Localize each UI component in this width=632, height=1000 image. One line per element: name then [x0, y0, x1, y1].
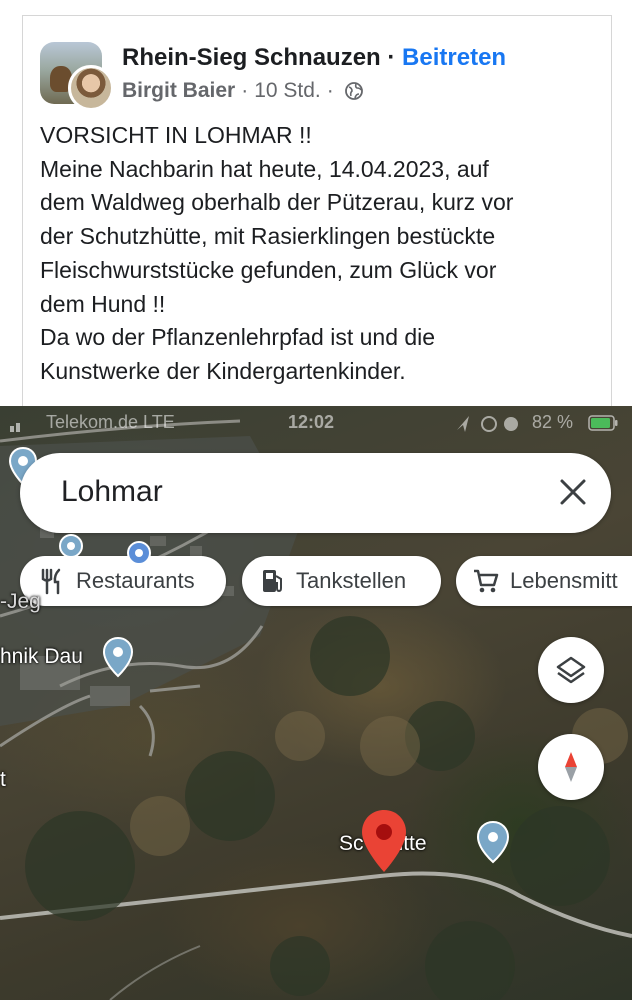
restaurant-icon: [41, 568, 61, 595]
post-text-line: Meine Nachbarin hat heute, 14.04.2023, a…: [40, 155, 489, 182]
post-timestamp[interactable]: 10 Std.: [254, 79, 321, 103]
compass-button[interactable]: [538, 734, 604, 800]
author-name-link[interactable]: Birgit Baier: [122, 79, 235, 103]
search-input[interactable]: Lohmar: [61, 475, 163, 509]
status-bar: Telekom.de LTE 12:02 82 %: [0, 406, 632, 440]
header-separator: ·: [387, 44, 396, 71]
chip-label: Restaurants: [76, 568, 195, 593]
meta-separator-2: ·: [326, 79, 334, 102]
group-name-link[interactable]: Rhein-Sieg Schnauzen: [122, 44, 381, 71]
shopping-cart-icon: [474, 569, 499, 593]
post-header-line: Rhein-Sieg Schnauzen · Beitreten: [122, 44, 506, 72]
compass-icon: [565, 752, 577, 782]
join-group-link[interactable]: Beitreten: [402, 44, 506, 71]
carrier-label: Telekom.de LTE: [46, 412, 175, 432]
status-time: 12:02: [288, 412, 335, 432]
map-poi-pin[interactable]: [124, 538, 154, 564]
place-label-technik[interactable]: hnik Dau: [0, 645, 83, 669]
post-text-line: Da wo der Pflanzenlehrpfad ist und die: [40, 324, 436, 351]
post-text-line: der Schutzhütte, mit Rasierklingen bestü…: [40, 223, 496, 250]
layers-button[interactable]: [538, 637, 604, 703]
map-screenshot[interactable]: Telekom.de LTE 12:02 82 % Lohmar Restaur…: [0, 406, 632, 1000]
layers-icon: [556, 656, 586, 684]
street-label: -Jeg: [0, 590, 41, 613]
signal-strength-icon: [10, 423, 20, 432]
chip-label: Tankstellen: [296, 568, 407, 593]
map-search-bar[interactable]: Lohmar: [20, 453, 611, 533]
chip-tankstellen[interactable]: Tankstellen: [242, 556, 441, 606]
gas-station-icon: [263, 570, 282, 593]
post-text: VORSICHT IN LOHMAR !! Meine Nachbarin ha…: [40, 119, 600, 389]
map-poi-pin-technik[interactable]: [102, 636, 134, 678]
location-alarm-icons: [457, 416, 518, 432]
globe-icon: [344, 82, 363, 100]
chip-label: Lebensmitt: [510, 568, 618, 593]
post-text-line: Kunstwerke der Kindergartenkinder.: [40, 357, 406, 384]
selected-location-pin[interactable]: [360, 808, 408, 874]
map-poi-pin[interactable]: [56, 533, 86, 563]
close-icon[interactable]: [558, 477, 588, 507]
chip-lebensmittel[interactable]: Lebensmitt: [456, 556, 632, 606]
battery-icon: [588, 415, 618, 431]
meta-separator: ·: [241, 79, 249, 102]
facebook-post: Rhein-Sieg Schnauzen · Beitreten Birgit …: [0, 0, 632, 416]
place-label-edge: t: [0, 768, 6, 791]
author-avatar[interactable]: [68, 65, 114, 111]
post-text-line: dem Waldweg oberhalb der Pützerau, kurz …: [40, 189, 514, 216]
map-poi-pin-schutzhuette[interactable]: [476, 820, 510, 864]
post-meta: Birgit Baier · 10 Std. ·: [122, 79, 364, 103]
post-text-line: VORSICHT IN LOHMAR !!: [40, 122, 312, 148]
battery-percentage: 82 %: [532, 412, 574, 432]
post-text-line: dem Hund !!: [40, 290, 166, 317]
post-text-line: Fleischwurststücke gefunden, zum Glück v…: [40, 256, 497, 283]
chip-restaurants[interactable]: Restaurants: [20, 556, 226, 606]
